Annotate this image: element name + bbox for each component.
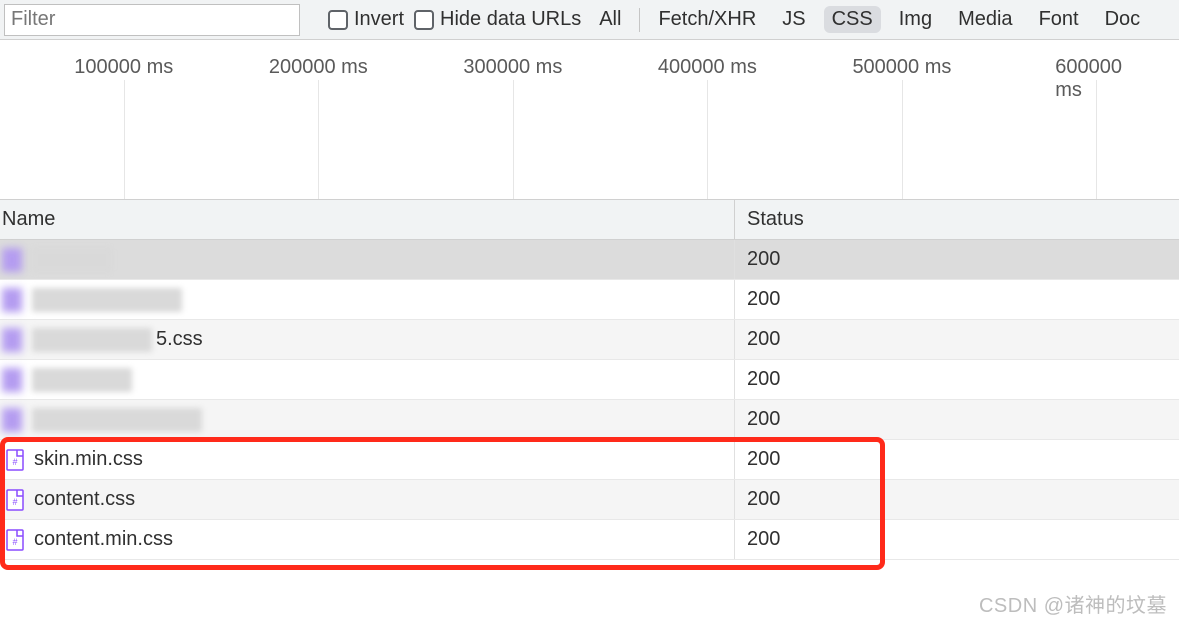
column-header-status[interactable]: Status <box>735 208 804 231</box>
filter-img[interactable]: Img <box>891 6 940 33</box>
filter-doc[interactable]: Doc <box>1097 6 1149 33</box>
cell-status: 200 <box>735 408 780 431</box>
cell-name <box>0 280 735 319</box>
table-row[interactable]: 200 <box>0 400 1179 440</box>
timeline-gridline <box>318 80 319 199</box>
timeline-overview[interactable]: 100000 ms 200000 ms 300000 ms 400000 ms 5000… <box>0 40 1179 200</box>
file-icon <box>2 328 22 352</box>
filter-font[interactable]: Font <box>1031 6 1087 33</box>
timeline-gridline <box>1096 80 1097 199</box>
cell-status: 200 <box>735 368 780 391</box>
table-row[interactable]: 200 <box>0 360 1179 400</box>
timeline-gridline <box>124 80 125 199</box>
network-toolbar: Invert Hide data URLs All Fetch/XHR JS C… <box>0 0 1179 40</box>
css-file-icon: # <box>6 489 24 511</box>
file-icon <box>2 368 22 392</box>
cell-status: 200 <box>735 488 780 511</box>
column-header-name[interactable]: Name <box>0 200 735 239</box>
cell-name <box>0 400 735 439</box>
redacted-name <box>32 368 132 392</box>
css-file-icon: # <box>6 529 24 551</box>
cell-name <box>0 240 735 279</box>
redacted-name <box>32 408 202 432</box>
cell-status: 200 <box>735 448 780 471</box>
invert-label: Invert <box>354 8 404 31</box>
timeline-labels: 100000 ms 200000 ms 300000 ms 400000 ms 5000… <box>0 40 1179 80</box>
filter-input[interactable] <box>4 4 300 36</box>
file-icon <box>2 248 22 272</box>
filter-js[interactable]: JS <box>774 6 813 33</box>
cell-name: # content.css <box>0 480 735 519</box>
timeline-gridline <box>513 80 514 199</box>
checkbox-icon <box>328 10 348 30</box>
redacted-name <box>32 248 112 272</box>
css-file-icon: # <box>6 449 24 471</box>
timeline-tick-label: 200000 ms <box>269 56 368 79</box>
cell-status: 200 <box>735 288 780 311</box>
redacted-name <box>32 328 152 352</box>
invert-checkbox[interactable]: Invert <box>328 8 404 31</box>
checkbox-icon <box>414 10 434 30</box>
timeline-grid <box>0 80 1179 199</box>
timeline-tick-label: 400000 ms <box>658 56 757 79</box>
svg-text:#: # <box>12 457 17 467</box>
cell-name: 5.css <box>0 320 735 359</box>
table-row[interactable]: 200 <box>0 280 1179 320</box>
cell-status: 200 <box>735 248 780 271</box>
timeline-tick-label: 100000 ms <box>74 56 173 79</box>
cell-name: # skin.min.css <box>0 440 735 479</box>
request-rows: 200 200 5.css 200 200 200 # skin.min.css 200 # con… <box>0 240 1179 560</box>
cell-status: 200 <box>735 328 780 351</box>
cell-name <box>0 360 735 399</box>
svg-text:#: # <box>12 537 17 547</box>
redacted-name <box>32 288 182 312</box>
hide-data-urls-label: Hide data URLs <box>440 8 581 31</box>
filter-all[interactable]: All <box>591 6 629 33</box>
file-name: content.min.css <box>34 528 173 551</box>
table-row[interactable]: # content.min.css 200 <box>0 520 1179 560</box>
name-suffix: 5.css <box>156 328 203 351</box>
table-row[interactable]: # content.css 200 <box>0 480 1179 520</box>
separator <box>639 8 640 32</box>
file-icon <box>2 288 22 312</box>
filter-css[interactable]: CSS <box>824 6 881 33</box>
filter-media[interactable]: Media <box>950 6 1020 33</box>
timeline-gridline <box>707 80 708 199</box>
table-row[interactable]: # skin.min.css 200 <box>0 440 1179 480</box>
filter-fetch-xhr[interactable]: Fetch/XHR <box>650 6 764 33</box>
cell-status: 200 <box>735 528 780 551</box>
file-name: skin.min.css <box>34 448 143 471</box>
table-header: Name Status <box>0 200 1179 240</box>
svg-text:#: # <box>12 497 17 507</box>
timeline-tick-label: 500000 ms <box>852 56 951 79</box>
table-row[interactable]: 5.css 200 <box>0 320 1179 360</box>
timeline-tick-label: 300000 ms <box>463 56 562 79</box>
cell-name: # content.min.css <box>0 520 735 559</box>
file-name: content.css <box>34 488 135 511</box>
watermark: CSDN @诸神的坟墓 <box>979 589 1167 618</box>
hide-data-urls-checkbox[interactable]: Hide data URLs <box>414 8 581 31</box>
timeline-gridline <box>902 80 903 199</box>
file-icon <box>2 408 22 432</box>
table-row[interactable]: 200 <box>0 240 1179 280</box>
